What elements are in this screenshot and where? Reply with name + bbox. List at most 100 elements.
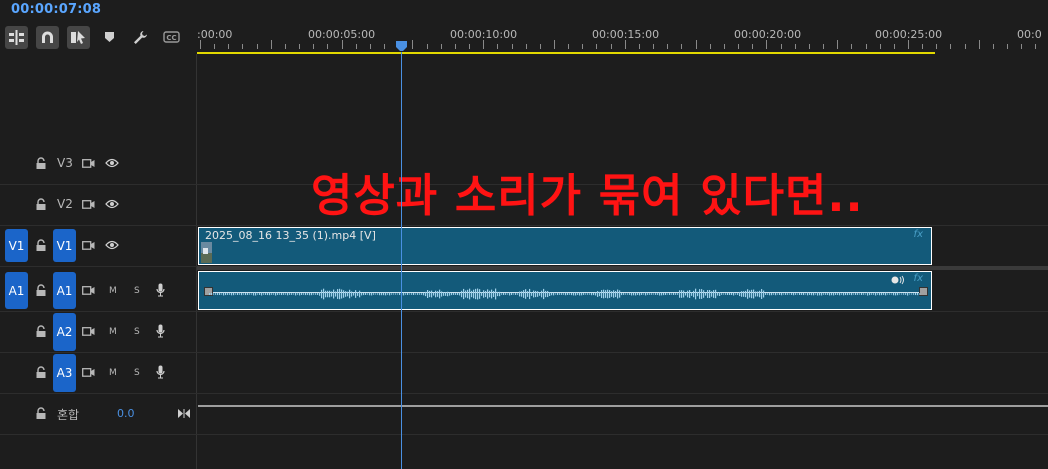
sync-lock-icon[interactable]: [82, 199, 95, 210]
ruler-tick: [808, 44, 810, 49]
ruler-tick: [653, 44, 655, 49]
ruler-tick: [738, 44, 740, 49]
track-target-v1[interactable]: V1: [53, 229, 76, 262]
track-header-v3: V3: [0, 144, 196, 184]
go-to-end-icon[interactable]: [178, 409, 190, 418]
ruler-tick: [638, 44, 640, 49]
eye-icon[interactable]: [105, 240, 119, 250]
ruler-tick: [568, 44, 570, 49]
track-v1: V1 V1 2025_08_16 13_35 (1).mp4 [V] fx: [0, 226, 1048, 267]
timecode-display[interactable]: 00:00:07:08: [11, 2, 101, 17]
eye-icon[interactable]: [105, 199, 119, 209]
microphone-icon[interactable]: [156, 283, 165, 297]
ruler-tick: [851, 44, 853, 49]
ruler-tick: [525, 44, 527, 49]
lock-icon[interactable]: [35, 366, 47, 379]
ruler-tick: [837, 40, 839, 49]
snap-button[interactable]: [36, 25, 59, 49]
ruler-tick: [228, 44, 230, 49]
audio-clip[interactable]: fx: [198, 271, 932, 310]
ruler-tick: [780, 44, 782, 49]
video-clip[interactable]: 2025_08_16 13_35 (1).mp4 [V] fx: [198, 227, 932, 265]
ruler-tick: [440, 44, 442, 49]
track-a3: A3 M S: [0, 353, 1048, 394]
track-target-a2[interactable]: A2: [53, 313, 76, 351]
solo-button[interactable]: S: [134, 286, 140, 296]
insert-sequence-as-nest-button[interactable]: [5, 25, 28, 49]
ruler-tick: [412, 40, 414, 49]
captions-button[interactable]: CC: [160, 26, 183, 49]
mute-button[interactable]: M: [109, 327, 117, 337]
lock-icon[interactable]: [35, 284, 47, 297]
microphone-icon[interactable]: [156, 365, 165, 379]
track-a2: A2 M S: [0, 312, 1048, 353]
sync-lock-icon[interactable]: [82, 367, 95, 378]
playhead-line[interactable]: [401, 52, 402, 469]
timeline-settings-button[interactable]: [129, 26, 152, 49]
track-target-a3[interactable]: A3: [53, 354, 76, 392]
ruler-label: 00:00:20:00: [734, 28, 802, 41]
lock-icon[interactable]: [35, 325, 47, 338]
ruler-tick: [369, 44, 371, 49]
ruler-tick: [794, 44, 796, 49]
linked-selection-button[interactable]: [67, 25, 90, 49]
ruler-tick: [214, 44, 216, 49]
time-ruler[interactable]: :00:00 00:00:05:00 00:00:10:00 00:00:15:…: [197, 22, 1048, 56]
add-marker-button[interactable]: [98, 26, 121, 49]
lock-icon[interactable]: [35, 198, 47, 211]
linked-selection-icon: [71, 30, 85, 44]
track-header-mix: 혼합 0.0: [0, 394, 196, 434]
ruler-tick: [610, 44, 612, 49]
mix-volume-value[interactable]: 0.0: [117, 407, 135, 420]
ruler-tick: [879, 44, 881, 49]
microphone-icon[interactable]: [156, 324, 165, 338]
track-mix: 혼합 0.0: [0, 394, 1048, 435]
lock-icon[interactable]: [35, 157, 47, 170]
ruler-label: :00:00: [197, 28, 233, 41]
ruler-tick: [511, 44, 513, 49]
ruler-tick: [200, 40, 201, 49]
marker-icon: [105, 32, 114, 42]
ruler-tick: [908, 40, 909, 49]
solo-button[interactable]: S: [134, 368, 140, 378]
track-header-a1: A1 A1 M S: [0, 270, 196, 311]
ruler-tick: [950, 44, 952, 49]
mix-track-name: 혼합: [57, 408, 80, 422]
fx-badge[interactable]: fx: [914, 273, 923, 284]
ruler-tick: [469, 44, 471, 49]
ruler-tick: [596, 44, 598, 49]
ruler-tick: [384, 44, 386, 49]
work-area-bar[interactable]: [197, 52, 935, 54]
source-patch-v1[interactable]: V1: [5, 229, 28, 262]
ruler-tick: [426, 44, 428, 49]
ruler-tick: [454, 44, 456, 49]
track-target-a1[interactable]: A1: [53, 272, 76, 309]
ruler-tick: [766, 40, 768, 49]
lock-icon[interactable]: [35, 407, 47, 420]
ruler-tick: [327, 44, 329, 49]
eye-icon[interactable]: [105, 158, 119, 168]
ruler-tick: [936, 44, 938, 49]
timeline-toolbar: CC: [5, 24, 191, 50]
ruler-tick: [242, 44, 244, 49]
ruler-tick: [341, 40, 343, 49]
ruler-tick: [497, 44, 499, 49]
wrench-icon: [134, 30, 147, 44]
fx-badge[interactable]: fx: [914, 229, 923, 240]
track-a1: A1 A1 M S fx: [0, 270, 1048, 312]
track-header-v1: V1 V1: [0, 226, 196, 266]
sync-lock-icon[interactable]: [82, 285, 95, 296]
ruler-tick: [256, 44, 258, 49]
lock-icon[interactable]: [35, 239, 47, 252]
mute-button[interactable]: M: [109, 368, 117, 378]
sync-lock-icon[interactable]: [82, 158, 95, 169]
sync-lock-icon[interactable]: [82, 326, 95, 337]
playhead-marker[interactable]: [396, 41, 407, 51]
mute-button[interactable]: M: [109, 286, 117, 296]
ruler-tick: [752, 44, 754, 49]
ruler-tick: [1035, 44, 1037, 49]
audio-waveform: [209, 288, 921, 300]
source-patch-a1[interactable]: A1: [5, 272, 28, 309]
sync-lock-icon[interactable]: [82, 240, 95, 251]
solo-button[interactable]: S: [134, 327, 140, 337]
